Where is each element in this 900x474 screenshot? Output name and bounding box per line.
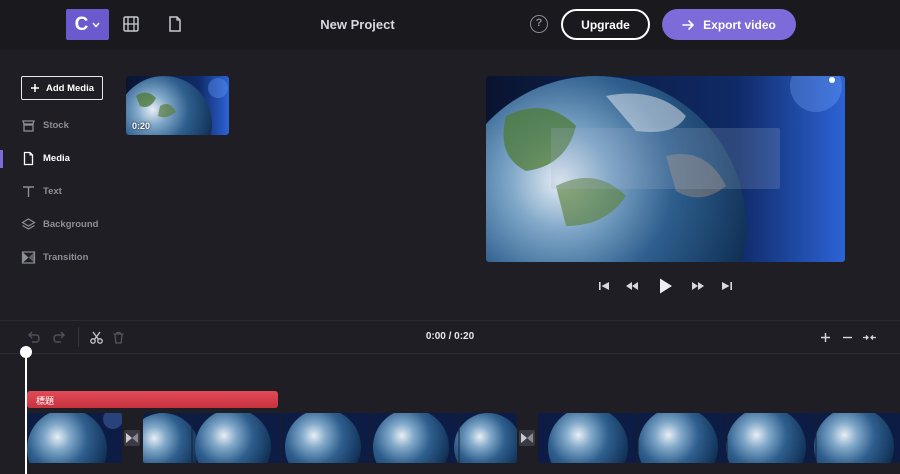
- layers-icon: [21, 218, 36, 230]
- chevron-down-icon: [92, 22, 100, 28]
- clip-duration: 0:20: [132, 121, 151, 131]
- time-code: 0:00 / 0:20: [425, 331, 475, 342]
- file-icon: [23, 151, 34, 166]
- transition-marker[interactable]: [124, 430, 140, 446]
- arrow-right-icon: [682, 19, 695, 30]
- sidebar-item-stock[interactable]: Stock: [0, 115, 120, 137]
- export-video-label: Export video: [703, 17, 776, 32]
- upgrade-button[interactable]: Upgrade: [561, 9, 650, 40]
- stock-icon: [22, 120, 35, 132]
- plus-icon: [30, 84, 39, 92]
- video-clip[interactable]: [143, 413, 517, 463]
- skip-to-start-icon[interactable]: [596, 278, 612, 294]
- sidebar-item-label: Media: [43, 153, 70, 164]
- sidebar-item-media[interactable]: Media: [0, 148, 120, 170]
- playhead-handle[interactable]: [20, 346, 32, 358]
- sidebar-item-label: Transition: [43, 252, 89, 263]
- playhead[interactable]: [25, 350, 27, 474]
- fast-forward-icon[interactable]: [690, 278, 706, 294]
- fit-to-screen-icon[interactable]: [862, 330, 877, 345]
- export-video-button[interactable]: Export video: [662, 9, 796, 40]
- clip-frame-image: [27, 413, 122, 463]
- sidebar-item-label: Background: [43, 219, 99, 230]
- skip-to-end-icon[interactable]: [719, 278, 735, 294]
- sidebar-item-background[interactable]: Background: [0, 214, 120, 236]
- timeline-toolbar: 0:00 / 0:20: [0, 321, 900, 353]
- redo-icon[interactable]: [52, 330, 67, 345]
- app-menu-button[interactable]: C: [66, 9, 109, 40]
- project-title[interactable]: New Project: [300, 17, 415, 32]
- text-icon: [23, 186, 34, 197]
- clip-frames-image: [143, 413, 517, 463]
- top-bar: C New Project ? Upgrade Export video: [0, 0, 900, 50]
- sidebar-item-transition[interactable]: Transition: [0, 247, 120, 269]
- rewind-icon[interactable]: [624, 278, 640, 294]
- add-media-label: Add Media: [45, 82, 95, 94]
- sidebar-item-text[interactable]: Text: [0, 181, 120, 203]
- media-thumbnail[interactable]: 0:20: [126, 76, 229, 135]
- transition-icon: [21, 251, 36, 264]
- text-clip-label: 標題: [36, 396, 55, 406]
- zoom-out-icon[interactable]: [840, 330, 855, 345]
- sidebar-item-label: Stock: [43, 120, 69, 131]
- sidebar-item-label: Text: [43, 186, 62, 197]
- scissors-icon[interactable]: [89, 330, 104, 345]
- add-media-button[interactable]: Add Media: [21, 76, 103, 100]
- zoom-in-icon[interactable]: [818, 330, 833, 345]
- toolbar-separator: [78, 327, 79, 347]
- video-track: [0, 413, 900, 463]
- video-clip[interactable]: [538, 413, 900, 463]
- help-button[interactable]: ?: [530, 15, 548, 33]
- logo-letter: C: [74, 13, 89, 35]
- video-preview[interactable]: [486, 76, 845, 262]
- transition-icon: [126, 433, 138, 443]
- transition-marker[interactable]: [519, 430, 535, 446]
- document-icon[interactable]: [166, 15, 184, 33]
- video-clip[interactable]: [27, 413, 122, 463]
- film-icon[interactable]: [122, 15, 140, 33]
- play-icon[interactable]: [655, 276, 675, 296]
- preview-frame-image: [486, 76, 845, 262]
- text-clip[interactable]: 標題: [27, 391, 278, 408]
- clip-frames-image: [538, 413, 900, 463]
- transition-icon: [521, 433, 533, 443]
- undo-icon[interactable]: [26, 330, 41, 345]
- timeline-ruler: [0, 353, 900, 354]
- trash-icon[interactable]: [111, 330, 126, 345]
